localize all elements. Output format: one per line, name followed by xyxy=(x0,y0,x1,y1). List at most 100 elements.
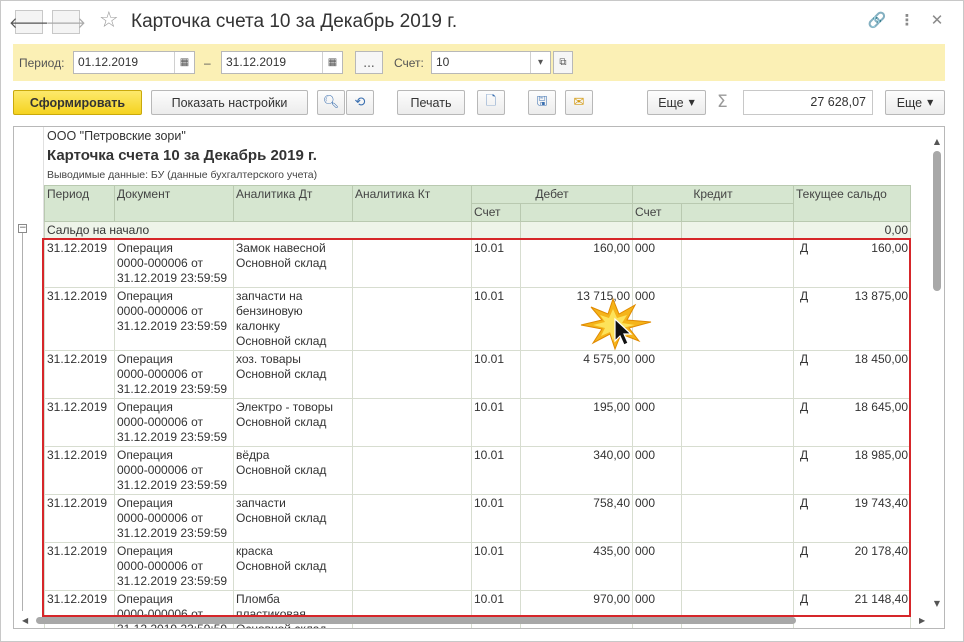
report-window: 🡐 🡒 ☆ Карточка счета 10 за Декабрь 2019 … xyxy=(0,0,964,642)
floppy-disk-icon: 🖫 xyxy=(536,93,548,109)
balance-side: Д xyxy=(800,592,809,606)
search-button[interactable]: 🔍︎ xyxy=(317,90,345,115)
opening-empty-cell xyxy=(471,221,521,240)
more-button-2[interactable]: Еще ▼ xyxy=(885,90,945,115)
search-refresh-button[interactable]: ⟲ xyxy=(346,90,374,115)
cell-document-line: 31.12.2019 23:59:59 xyxy=(117,382,228,396)
opening-balance-value: 0,00 xyxy=(793,221,911,240)
print-button[interactable]: Печать xyxy=(397,90,465,115)
balance-value: 19 743,40 xyxy=(854,496,908,510)
cell-analytics-dt-line: Основной склад xyxy=(236,256,327,270)
balance-side: Д xyxy=(800,544,809,558)
balance-value: 18 645,00 xyxy=(854,400,908,414)
cell-document: Операция 0000-000006 от 31.12.2019 23:59:5… xyxy=(114,239,234,288)
cell-document-line: 0000-000006 от xyxy=(117,559,203,573)
account-field[interactable]: 10 ▾ xyxy=(431,51,551,74)
vertical-scroll-thumb[interactable] xyxy=(933,151,941,291)
scroll-left-icon[interactable]: ◀ xyxy=(22,614,28,627)
cell-debit-account: 10.01 xyxy=(471,239,521,288)
table-row[interactable]: 31.12.2019 Операция 0000-000006 от 31.12.20… xyxy=(44,239,911,288)
arrow-right-icon: 🡒 xyxy=(45,13,87,32)
table-row[interactable]: 31.12.2019 Операция 0000-000006 от 31.12.20… xyxy=(44,542,911,591)
cell-credit-amount xyxy=(681,287,794,351)
cell-date: 31.12.2019 xyxy=(44,446,115,495)
search-icon: 🔍︎ xyxy=(322,95,340,110)
cell-analytics-kt xyxy=(352,287,472,351)
balance-value: 160,00 xyxy=(871,241,908,255)
cell-analytics-dt-line: Основной склад xyxy=(236,415,327,429)
opening-balance-row[interactable]: Сальдо на начало 0,00 xyxy=(44,221,911,240)
cell-document-line: Операция xyxy=(117,241,173,255)
more-button[interactable]: Еще ▼ xyxy=(647,90,706,115)
cell-document-line: Операция xyxy=(117,496,173,510)
horizontal-scroll-thumb[interactable] xyxy=(36,617,796,624)
cell-date: 31.12.2019 xyxy=(44,350,115,399)
balance-side: Д xyxy=(800,496,809,510)
cell-balance: Д 13 875,00 xyxy=(793,287,911,351)
print-preview-button[interactable]: 🗋 xyxy=(477,90,505,115)
organization-name: ООО "Петровские зори" xyxy=(47,129,186,143)
collapse-group-icon[interactable]: − xyxy=(18,224,27,233)
opening-balance-label: Сальдо на начало xyxy=(44,221,472,240)
table-row[interactable]: 31.12.2019 Операция 0000-000006 от 31.12.20… xyxy=(44,446,911,495)
cell-balance: Д 18 450,00 xyxy=(793,350,911,399)
header-current-balance: Текущее сальдо xyxy=(793,185,911,222)
kebab-menu-icon[interactable]: ⋮ xyxy=(897,11,917,29)
horizontal-scrollbar[interactable]: ◀ ▶ xyxy=(14,614,944,627)
star-icon[interactable]: ☆ xyxy=(99,8,119,34)
cell-document-line: 31.12.2019 23:59:59 xyxy=(117,271,228,285)
table-row[interactable]: 31.12.2019 Операция 0000-000006 от 31.12.20… xyxy=(44,287,911,351)
cell-credit-amount xyxy=(681,494,794,543)
scroll-down-icon[interactable]: ▼ xyxy=(932,599,942,608)
search-refresh-icon: ⟲ xyxy=(354,95,366,110)
table-row[interactable]: 31.12.2019 Операция 0000-000006 от 31.12.20… xyxy=(44,398,911,447)
group-line xyxy=(22,233,23,611)
table-row[interactable]: 31.12.2019 Операция 0000-000006 от 31.12.20… xyxy=(44,494,911,543)
period-to-value: 31.12.2019 xyxy=(226,55,287,69)
cell-credit-account: 000 xyxy=(632,287,682,351)
header-debit: Дебет xyxy=(471,185,633,204)
header-document: Документ xyxy=(114,185,234,222)
cell-debit-account: 10.01 xyxy=(471,398,521,447)
cell-document-line: 31.12.2019 23:59:59 xyxy=(117,574,228,588)
cell-document-line: 0000-000006 от xyxy=(117,304,203,318)
vertical-scrollbar[interactable]: ▲ ▼ xyxy=(932,137,942,611)
show-settings-button[interactable]: Показать настройки xyxy=(151,90,308,115)
chevron-down-icon[interactable]: ▾ xyxy=(530,52,550,73)
scroll-right-icon[interactable]: ▶ xyxy=(919,614,925,627)
open-account-button[interactable]: ⧉ xyxy=(553,51,573,74)
save-button[interactable]: 🖫 xyxy=(528,90,556,115)
header-analytics-kt: Аналитика Кт xyxy=(352,185,472,222)
period-from-field[interactable]: 01.12.2019 ▦ xyxy=(73,51,195,74)
scroll-up-icon[interactable]: ▲ xyxy=(932,137,942,146)
calendar-icon[interactable]: ▦ xyxy=(322,52,342,73)
balance-side: Д xyxy=(800,352,809,366)
cell-document-line: 0000-000006 от xyxy=(117,415,203,429)
calendar-icon[interactable]: ▦ xyxy=(174,52,194,73)
cell-document-line: 31.12.2019 23:59:59 xyxy=(117,478,228,492)
link-icon[interactable]: 🔗 xyxy=(867,11,887,29)
cell-analytics-dt-line: Замок навесной xyxy=(236,241,326,255)
opening-empty-cell xyxy=(632,221,682,240)
cell-analytics-dt-line: калонку xyxy=(236,319,281,333)
balance-value: 13 875,00 xyxy=(854,289,908,303)
cell-debit-account: 10.01 xyxy=(471,446,521,495)
table-row[interactable]: 31.12.2019 Операция 0000-000006 от 31.12.20… xyxy=(44,350,911,399)
close-icon[interactable]: ✕ xyxy=(927,11,947,29)
generate-button[interactable]: Сформировать xyxy=(13,90,142,115)
email-button[interactable]: ✉ xyxy=(565,90,593,115)
cell-analytics-dt-line: Основной склад xyxy=(236,463,327,477)
cell-document: Операция 0000-000006 от 31.12.2019 23:59:5… xyxy=(114,446,234,495)
cell-credit-account: 000 xyxy=(632,350,682,399)
period-from-value: 01.12.2019 xyxy=(78,55,139,69)
balance-side: Д xyxy=(800,241,809,255)
balance-side: Д xyxy=(800,289,809,303)
select-period-button[interactable]: ... xyxy=(355,51,383,74)
back-button[interactable]: 🡐 xyxy=(9,10,49,34)
report-area[interactable]: − ООО "Петровские зори" Карточка счета 1… xyxy=(13,126,945,629)
period-to-field[interactable]: 31.12.2019 ▦ xyxy=(221,51,343,74)
forward-button[interactable]: 🡒 xyxy=(46,10,86,34)
cell-analytics-kt xyxy=(352,494,472,543)
cell-analytics-dt-line: запчасти xyxy=(236,496,286,510)
cell-debit-amount: 13 715,00 xyxy=(520,287,633,351)
